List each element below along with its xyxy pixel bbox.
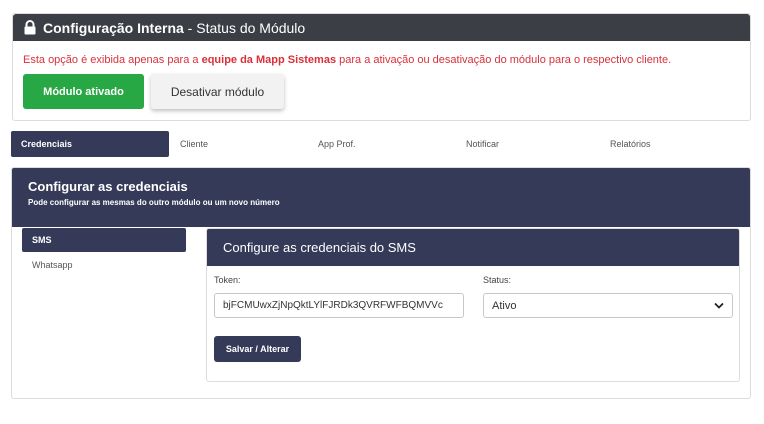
sidebar-item-whatsapp[interactable]: Whatsapp [22, 253, 186, 277]
warning-prefix: Esta opção é exibida apenas para a [23, 54, 202, 66]
credentials-card: Configurar as credenciais Pode configura… [11, 167, 751, 399]
deactivate-module-button[interactable]: Desativar módulo [151, 74, 284, 109]
sidebar-item-sms[interactable]: SMS [22, 228, 186, 252]
credentials-subtitle: Pode configurar as mesmas do outro módul… [28, 198, 280, 207]
config-header: Configuração Interna - Status do Módulo [13, 14, 750, 41]
lock-icon [24, 20, 36, 35]
chevron-down-icon [714, 302, 724, 309]
status-value: Ativo [492, 299, 517, 312]
config-warning: Esta opção é exibida apenas para a equip… [23, 54, 671, 66]
credentials-header: Configurar as credenciais Pode configura… [12, 168, 750, 227]
tab-credenciais[interactable]: Credenciais [11, 131, 169, 157]
config-subtitle: Status do Módulo [196, 19, 306, 36]
warning-suffix: para a ativação ou desativação do módulo… [336, 54, 672, 66]
sms-credentials-panel: Configure as credenciais do SMS Token: S… [206, 228, 740, 382]
token-input[interactable] [214, 293, 464, 318]
sms-panel-title: Configure as credenciais do SMS [207, 229, 739, 266]
title-separator: - [183, 19, 197, 36]
config-panel: Configuração Interna - Status do Módulo … [12, 13, 751, 121]
tab-relatorios[interactable]: Relatórios [610, 131, 651, 157]
warning-bold: equipe da Mapp Sistemas [201, 54, 337, 66]
status-select[interactable]: Ativo [483, 293, 733, 318]
module-activated-button[interactable]: Módulo ativado [23, 74, 144, 109]
token-label: Token: [214, 275, 241, 285]
credentials-title: Configurar as credenciais [28, 179, 188, 194]
tab-notificar[interactable]: Notificar [466, 131, 499, 157]
save-button[interactable]: Salvar / Alterar [214, 336, 301, 362]
tab-app-prof[interactable]: App Prof. [318, 131, 356, 157]
tab-cliente[interactable]: Cliente [180, 131, 208, 157]
status-label: Status: [483, 275, 512, 285]
tab-bar: Credenciais Cliente App Prof. Notificar … [11, 131, 751, 157]
config-title: Configuração Interna [43, 19, 184, 36]
